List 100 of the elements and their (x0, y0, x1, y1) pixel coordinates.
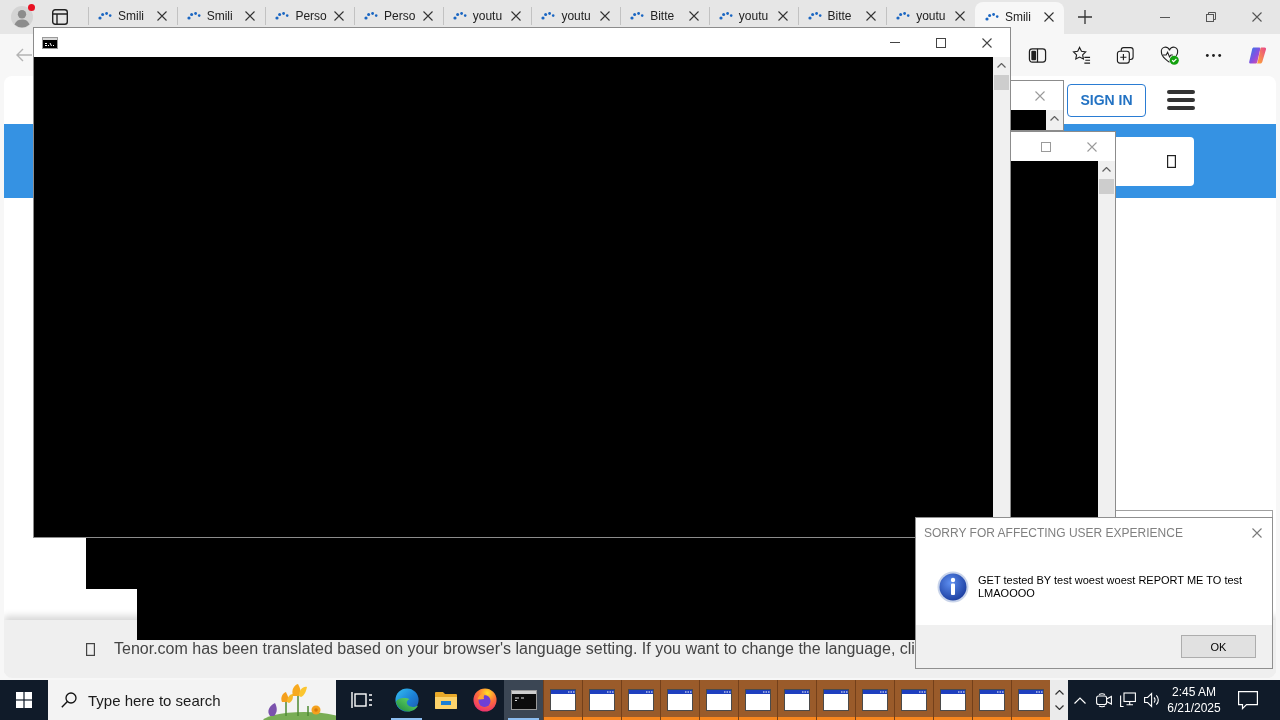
close-icon[interactable] (688, 11, 699, 21)
taskbar-button[interactable] (855, 680, 894, 720)
taskbar-button[interactable] (699, 680, 738, 720)
browser-tab[interactable]: youtu (886, 5, 975, 27)
ok-button[interactable]: OK (1181, 635, 1256, 658)
window-icon[interactable] (628, 689, 654, 711)
loading-spinner-icon (896, 12, 911, 20)
browser-tab[interactable]: youtu (708, 5, 798, 27)
window-icon[interactable] (862, 689, 888, 711)
maximize-icon[interactable] (936, 37, 946, 48)
collections-icon[interactable] (1115, 45, 1135, 65)
minimize-icon[interactable] (1160, 16, 1170, 18)
split-screen-icon[interactable] (1027, 45, 1047, 65)
window-icon[interactable] (940, 689, 966, 711)
search-field[interactable]: Type here to search (48, 680, 336, 720)
browser-tab[interactable]: Bitte (620, 5, 709, 27)
favorites-icon[interactable] (1071, 45, 1091, 65)
firefox-icon[interactable] (472, 688, 497, 712)
rectangle-icon (1167, 154, 1176, 168)
taskbar-button[interactable] (1011, 680, 1050, 720)
caret-up-icon[interactable] (1054, 690, 1064, 695)
taskbar-button[interactable] (894, 680, 933, 720)
console-icon[interactable] (510, 690, 537, 710)
taskbar-button[interactable] (738, 680, 777, 720)
folder-icon[interactable] (433, 690, 458, 710)
scrollbar[interactable] (1046, 110, 1063, 130)
window-icon[interactable] (550, 689, 576, 711)
close-icon[interactable] (422, 11, 433, 21)
close-icon[interactable] (511, 11, 522, 21)
browser-tab[interactable]: youtu (531, 5, 621, 27)
close-icon[interactable] (1252, 12, 1262, 22)
taskbar-button[interactable] (660, 680, 699, 720)
window-icon[interactable] (745, 689, 771, 711)
close-icon[interactable] (334, 11, 345, 21)
notification-icon[interactable] (1238, 690, 1258, 710)
loading-spinner-icon (541, 12, 556, 20)
caret-up-icon[interactable] (1102, 167, 1111, 172)
window-icon[interactable] (589, 689, 615, 711)
browser-tab[interactable]: youtu (442, 5, 532, 27)
taskbar-button[interactable] (621, 680, 660, 720)
caret-up-icon[interactable] (997, 63, 1006, 68)
browser-tab[interactable]: Smili (88, 5, 177, 27)
loading-spinner-icon (186, 12, 201, 20)
scrollbar-thumb[interactable] (1099, 179, 1114, 194)
windows-logo-icon[interactable] (16, 692, 32, 708)
window-icon[interactable] (784, 689, 810, 711)
edge-icon[interactable] (394, 688, 419, 712)
window-icon[interactable] (1018, 689, 1044, 711)
translation-notice: Tenor.com has been translated based on your browser's language setting. If you want to change the language, cli (114, 640, 915, 658)
loading-spinner-icon (718, 12, 733, 20)
browser-tab[interactable]: Smili (176, 5, 266, 27)
close-icon[interactable] (600, 11, 611, 21)
loading-spinner-icon (364, 12, 379, 20)
window-icon[interactable] (667, 689, 693, 711)
taskbar-button[interactable] (504, 680, 543, 720)
avatar-icon[interactable] (11, 6, 33, 28)
scrollbar-thumb[interactable] (994, 75, 1009, 90)
plus-icon[interactable] (1077, 10, 1092, 24)
caret-down-icon[interactable] (1054, 705, 1064, 710)
window-icon[interactable] (979, 689, 1005, 711)
chevron-up-icon[interactable] (1074, 696, 1086, 704)
taskbar-button[interactable] (816, 680, 855, 720)
loading-spinner-icon (984, 13, 999, 21)
window-icon[interactable] (823, 689, 849, 711)
tab-actions-icon[interactable] (52, 9, 68, 25)
taskbar-button[interactable] (777, 680, 816, 720)
sign-in-button[interactable]: SIGN IN (1067, 83, 1146, 117)
close-icon[interactable] (982, 37, 992, 48)
clock-time: 2:45 AM (1172, 684, 1216, 700)
task-view-icon[interactable] (350, 691, 373, 709)
clock-date: 6/21/2025 (1167, 700, 1221, 716)
menu-icon[interactable] (1167, 90, 1195, 110)
close-icon[interactable] (866, 11, 877, 21)
loading-spinner-icon (275, 12, 290, 20)
window-icon[interactable] (706, 689, 732, 711)
taskbar-button[interactable] (582, 680, 621, 720)
camera-icon[interactable] (1096, 692, 1112, 708)
close-icon[interactable] (1043, 12, 1054, 22)
browser-tab[interactable]: Bitte (797, 5, 887, 27)
rectangle-icon (86, 642, 95, 656)
restore-icon[interactable] (1206, 12, 1216, 22)
taskbar-button[interactable] (972, 680, 1011, 720)
close-icon[interactable] (777, 11, 788, 21)
caret-up-icon[interactable] (1050, 116, 1059, 121)
browser-tab[interactable]: Perso (265, 5, 355, 27)
browser-tab[interactable]: Perso (354, 5, 443, 27)
window-icon[interactable] (901, 689, 927, 711)
loading-spinner-icon (630, 12, 645, 20)
loading-spinner-icon (98, 12, 112, 20)
taskbar-button[interactable] (543, 680, 582, 720)
heart-check-icon[interactable] (1159, 45, 1179, 65)
copilot-icon[interactable] (1247, 45, 1267, 65)
taskbar-button[interactable] (933, 680, 972, 720)
volume-icon[interactable] (1144, 692, 1160, 708)
network-icon[interactable] (1120, 692, 1136, 708)
browser-tab[interactable]: Smili (974, 2, 1064, 34)
close-icon[interactable] (245, 11, 256, 21)
close-icon[interactable] (156, 11, 167, 21)
dialog-message: GET tested BY test woest woest REPORT ME TO test LMAOOOO (978, 573, 1244, 600)
close-icon[interactable] (954, 11, 965, 21)
